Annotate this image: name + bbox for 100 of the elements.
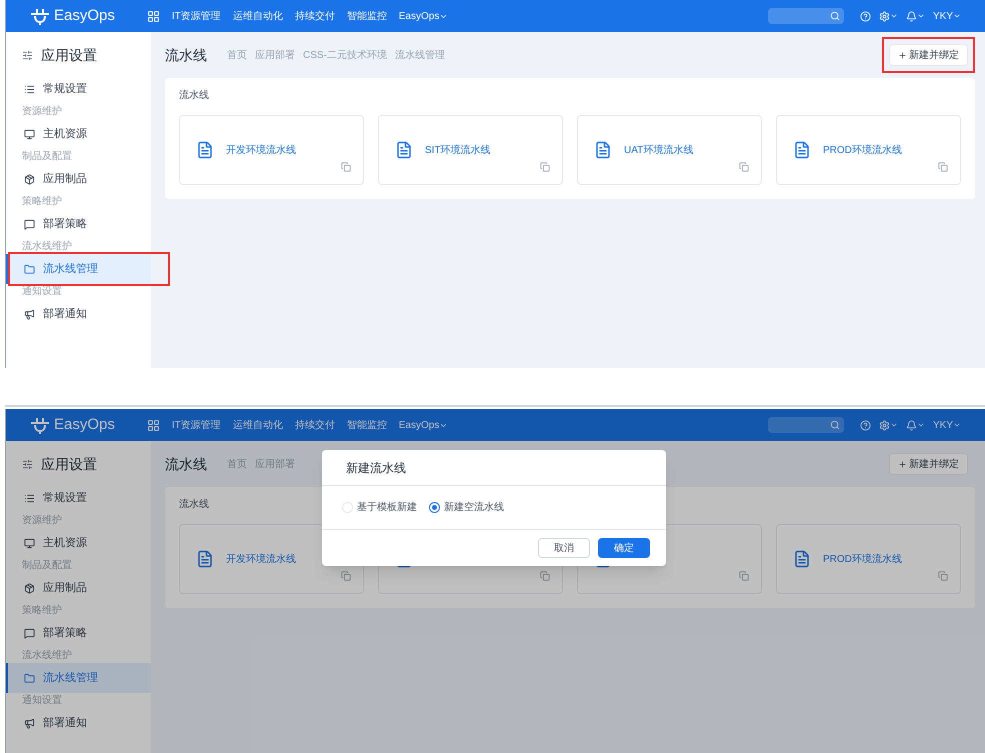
group-label: 通知设置 <box>21 694 63 708</box>
item-icon <box>24 582 35 594</box>
nav-link[interactable]: IT资源管理 <box>172 8 221 24</box>
sidebar-item[interactable]: 主机资源 <box>6 119 151 149</box>
copy-icon[interactable] <box>938 571 948 581</box>
dialog-title: 新建流水线 <box>322 450 666 486</box>
item-icon <box>24 718 35 728</box>
app-logo: EasyOps <box>54 6 115 26</box>
sidebar-item[interactable]: 部署策略 <box>6 618 151 648</box>
copy-icon[interactable] <box>739 162 749 172</box>
group-label: 策略维护 <box>21 604 63 618</box>
bell-icon[interactable] <box>906 10 917 22</box>
item-icon <box>24 308 35 320</box>
item-icon <box>24 492 35 504</box>
card-title: SIT环境流水线 <box>425 144 491 158</box>
settings-icon <box>22 50 33 60</box>
breadcrumb-link[interactable]: 应用部署 <box>255 48 295 62</box>
nav-link[interactable]: IT资源管理 <box>172 418 221 432</box>
search-field[interactable] <box>768 8 844 24</box>
bell-icon[interactable] <box>906 420 917 430</box>
nav-link[interactable]: EasyOps <box>398 418 448 432</box>
search-icon <box>830 11 840 21</box>
pipeline-card[interactable]: PROD环境流水线 <box>776 524 961 594</box>
pipeline-card[interactable]: UAT环境流水线 <box>577 115 762 185</box>
breadcrumb-link[interactable]: CSS-二元技术环境 <box>303 48 387 62</box>
sidebar-item[interactable]: 部署通知 <box>6 299 151 329</box>
item-icon <box>24 218 35 230</box>
caret-icon <box>916 421 925 429</box>
copy-icon[interactable] <box>739 571 749 581</box>
caret-icon <box>890 421 898 429</box>
sidebar-item[interactable]: 常规设置 <box>6 483 151 513</box>
pipeline-card[interactable]: SIT环境流水线 <box>378 115 563 185</box>
sidebar-item[interactable]: 部署策略 <box>6 209 151 239</box>
plus-icon <box>898 460 907 468</box>
sidebar-item[interactable]: 部署通知 <box>6 708 151 738</box>
new-bind-button[interactable]: 新建并绑定 <box>889 44 968 66</box>
apps-icon[interactable] <box>146 10 160 22</box>
app-logo: EasyOps <box>54 414 115 435</box>
item-icon <box>24 174 35 184</box>
sidebar-item[interactable]: 应用制品 <box>6 164 151 194</box>
card-title: 开发环境流水线 <box>226 144 296 158</box>
nav-link[interactable]: 智能监控 <box>346 8 387 24</box>
copy-icon[interactable] <box>540 162 550 172</box>
group-label: 制品及配置 <box>21 150 73 164</box>
copy-icon[interactable] <box>540 571 550 581</box>
document-icon <box>196 550 214 568</box>
page-title: 流水线 <box>165 454 207 474</box>
settings-icon <box>22 458 33 470</box>
section-title: 流水线 <box>179 88 209 103</box>
group-label: 流水线维护 <box>21 240 73 254</box>
group-label: 制品及配置 <box>21 558 73 573</box>
item-icon <box>24 538 35 548</box>
user-name[interactable]: YKY <box>932 418 953 432</box>
logo-icon <box>30 416 50 434</box>
breadcrumb-link[interactable]: 首页 <box>227 48 247 62</box>
group-label: 资源维护 <box>21 514 63 528</box>
sidebar-item[interactable]: 流水线管理 <box>6 663 151 693</box>
radio-option[interactable]: 新建空流水线 <box>429 500 504 515</box>
sidebar-item[interactable]: 主机资源 <box>6 528 151 558</box>
settings-icon[interactable] <box>878 10 890 22</box>
settings-icon[interactable] <box>878 420 890 430</box>
card-title: 开发环境流水线 <box>226 552 296 566</box>
sidebar-item[interactable]: 常规设置 <box>6 74 151 104</box>
caret-icon <box>953 12 961 20</box>
nav-link[interactable]: 运维自动化 <box>232 8 283 24</box>
ok-button[interactable]: 确定 <box>598 538 650 558</box>
caret-icon <box>953 421 961 429</box>
nav-link[interactable]: 智能监控 <box>346 418 387 432</box>
document-icon <box>395 141 413 159</box>
user-name[interactable]: YKY <box>932 8 953 24</box>
new-bind-button[interactable]: 新建并绑定 <box>889 453 968 475</box>
copy-icon[interactable] <box>341 162 351 172</box>
copy-icon[interactable] <box>938 162 948 172</box>
nav-link[interactable]: 持续交付 <box>294 418 335 432</box>
cancel-button[interactable]: 取消 <box>538 538 590 558</box>
plus-icon <box>898 50 907 60</box>
breadcrumb-link[interactable]: 流水线管理 <box>394 48 445 62</box>
sidebar-title: 应用设置 <box>41 454 97 474</box>
logo-icon <box>30 7 50 25</box>
pipeline-card[interactable]: PROD环境流水线 <box>776 115 961 185</box>
search-icon <box>830 420 840 430</box>
nav-link[interactable]: EasyOps <box>398 8 448 24</box>
nav-link[interactable]: 持续交付 <box>294 8 335 24</box>
copy-icon[interactable] <box>341 571 351 581</box>
pipeline-card[interactable]: 开发环境流水线 <box>179 115 364 185</box>
card-title: UAT环境流水线 <box>624 144 694 158</box>
apps-icon[interactable] <box>146 418 160 432</box>
sidebar-item[interactable]: 流水线管理 <box>6 254 151 284</box>
item-icon <box>24 628 35 638</box>
radio-option[interactable]: 基于模板新建 <box>342 500 417 515</box>
help-icon[interactable] <box>860 420 871 430</box>
group-label: 策略维护 <box>21 194 63 209</box>
document-icon <box>793 141 811 159</box>
group-label: 资源维护 <box>21 104 63 119</box>
page-title: 流水线 <box>165 46 207 64</box>
section-title: 流水线 <box>179 498 209 512</box>
sidebar-item[interactable]: 应用制品 <box>6 573 151 603</box>
help-icon[interactable] <box>860 10 871 22</box>
nav-link[interactable]: 运维自动化 <box>232 418 283 432</box>
item-icon <box>24 128 35 140</box>
